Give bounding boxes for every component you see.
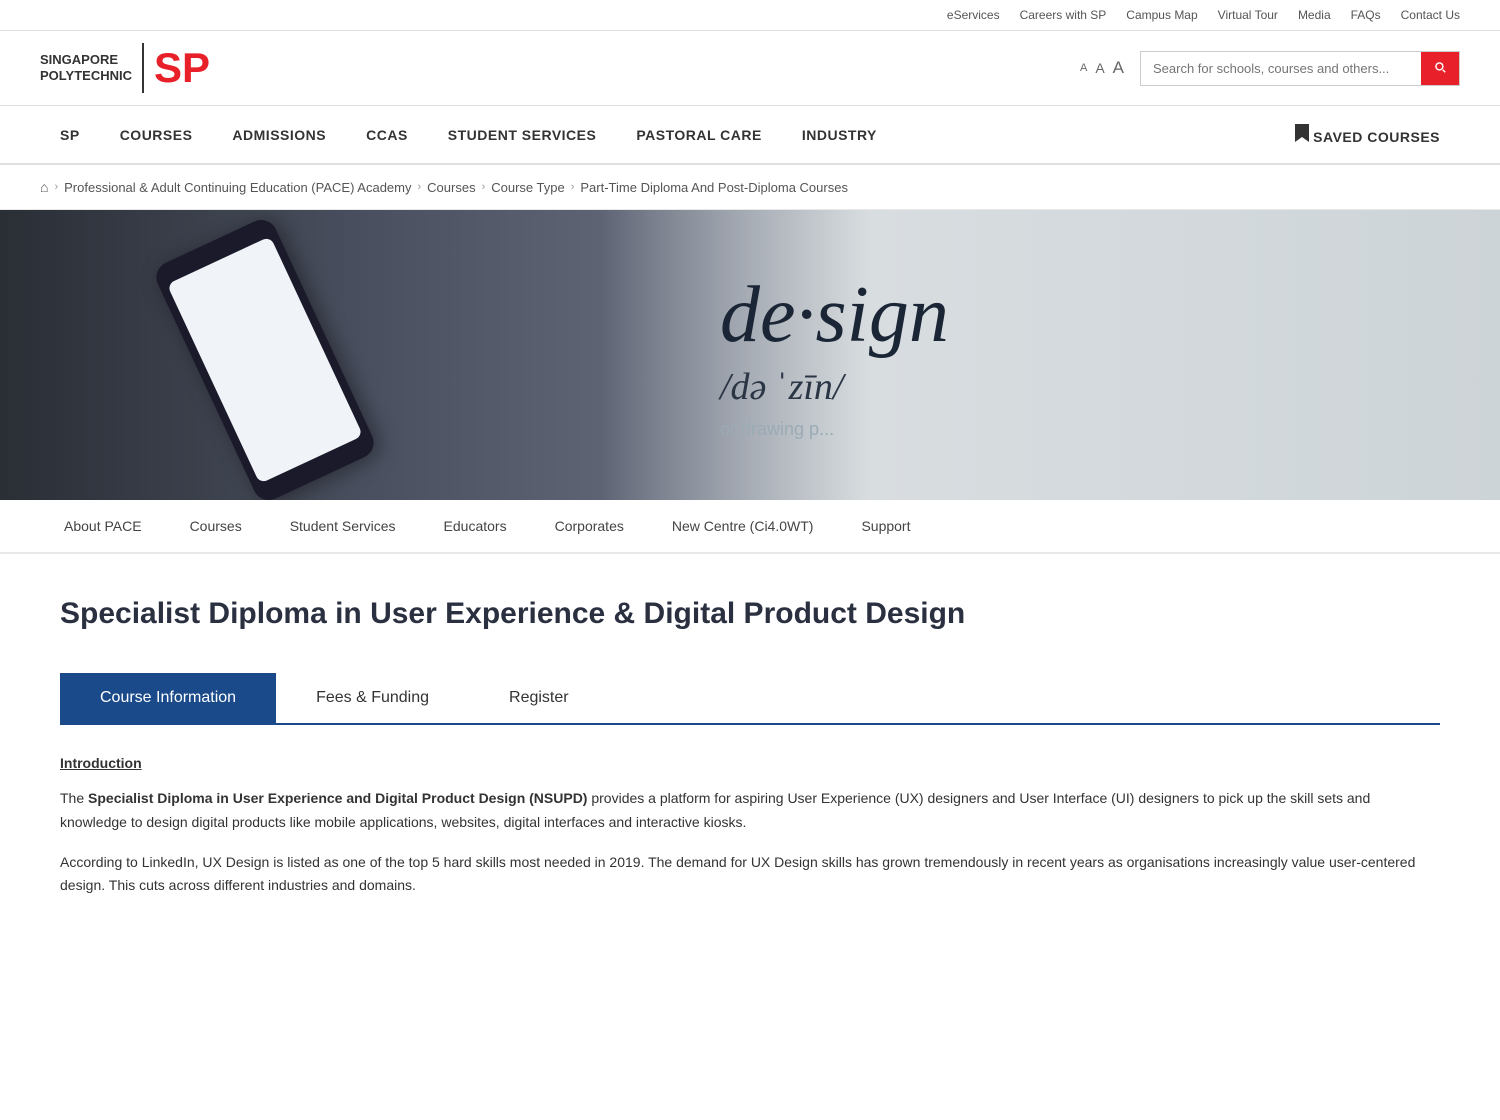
nav-saved-courses[interactable]: SAVED COURSES — [1275, 106, 1460, 163]
pace-nav-educators[interactable]: Educators — [420, 500, 531, 552]
breadcrumb-current: Part-Time Diploma And Post-Diploma Cours… — [580, 180, 848, 195]
phone-shape — [151, 215, 379, 500]
careers-link[interactable]: Careers with SP — [1020, 8, 1107, 22]
font-size-medium[interactable]: A — [1095, 60, 1104, 76]
pace-nav-support[interactable]: Support — [837, 500, 934, 552]
logo-divider — [142, 43, 144, 93]
intro-heading: Introduction — [60, 755, 1440, 771]
breadcrumb-course-type[interactable]: Course Type — [491, 180, 564, 195]
intro-paragraph-2: According to LinkedIn, UX Design is list… — [60, 851, 1440, 899]
font-size-small[interactable]: A — [1080, 62, 1087, 74]
search-button[interactable] — [1421, 52, 1459, 85]
hero-design-phonetic: /də ˈzīn/ — [720, 365, 1500, 409]
virtual-tour-link[interactable]: Virtual Tour — [1218, 8, 1278, 22]
tab-fees-funding[interactable]: Fees & Funding — [276, 673, 469, 723]
font-size-large[interactable]: A — [1113, 58, 1124, 78]
nav-ccas[interactable]: CCAS — [346, 109, 428, 161]
breadcrumb-sep-1: › — [417, 181, 421, 193]
contact-link[interactable]: Contact Us — [1401, 8, 1460, 22]
tab-course-information[interactable]: Course Information — [60, 673, 276, 723]
eservices-link[interactable]: eServices — [947, 8, 1000, 22]
header: SINGAPORE POLYTECHNIC SP A A A — [0, 31, 1500, 106]
top-utility-bar: eServices Careers with SP Campus Map Vir… — [0, 0, 1500, 31]
breadcrumb-courses[interactable]: Courses — [427, 180, 475, 195]
main-nav: SP COURSES ADMISSIONS CCAS STUDENT SERVI… — [0, 106, 1500, 165]
search-box — [1140, 51, 1460, 86]
nav-admissions[interactable]: ADMISSIONS — [212, 109, 346, 161]
logo-text: SINGAPORE POLYTECHNIC — [40, 52, 132, 83]
nav-industry[interactable]: INDUSTRY — [782, 109, 897, 161]
pace-nav-corporates[interactable]: Corporates — [531, 500, 648, 552]
breadcrumb-sep-0: › — [54, 181, 58, 193]
course-title-section: Specialist Diploma in User Experience & … — [0, 554, 1500, 653]
campus-map-link[interactable]: Campus Map — [1126, 8, 1197, 22]
intro-paragraph-1: The Specialist Diploma in User Experienc… — [60, 787, 1440, 835]
breadcrumb: ⌂ › Professional & Adult Continuing Educ… — [0, 165, 1500, 210]
pace-nav-courses[interactable]: Courses — [166, 500, 266, 552]
nav-sp[interactable]: SP — [40, 109, 100, 161]
tab-register[interactable]: Register — [469, 673, 609, 723]
course-title: Specialist Diploma in User Experience & … — [60, 594, 1440, 633]
header-right: A A A — [1080, 51, 1460, 86]
faqs-link[interactable]: FAQs — [1351, 8, 1381, 22]
pace-nav-new-centre[interactable]: New Centre (Ci4.0WT) — [648, 500, 838, 552]
hero-content: de·sign /də ˈzīn/ or drawing p... — [0, 210, 1500, 500]
search-input[interactable] — [1141, 53, 1421, 84]
hero-design-word: de·sign — [720, 270, 1500, 361]
bookmark-icon — [1295, 124, 1309, 142]
pace-nav-student-services[interactable]: Student Services — [266, 500, 420, 552]
hero-subtitle: or drawing p... — [720, 419, 1500, 440]
pace-nav-about[interactable]: About PACE — [40, 500, 166, 552]
breadcrumb-pace[interactable]: Professional & Adult Continuing Educatio… — [64, 180, 411, 195]
breadcrumb-sep-3: › — [571, 181, 575, 193]
pace-sub-nav: About PACE Courses Student Services Educ… — [0, 500, 1500, 554]
logo-sp-red: SP — [154, 44, 210, 92]
phone-screen — [167, 236, 363, 484]
course-tabs: Course Information Fees & Funding Regist… — [60, 673, 1440, 725]
breadcrumb-sep-2: › — [482, 181, 486, 193]
course-content: Introduction The Specialist Diploma in U… — [0, 725, 1500, 944]
font-size-controls: A A A — [1080, 58, 1124, 78]
hero-banner: de·sign /də ˈzīn/ or drawing p... — [0, 210, 1500, 500]
search-icon — [1433, 60, 1447, 74]
nav-pastoral-care[interactable]: PASTORAL CARE — [616, 109, 782, 161]
media-link[interactable]: Media — [1298, 8, 1331, 22]
nav-student-services[interactable]: STUDENT SERVICES — [428, 109, 617, 161]
nav-courses[interactable]: COURSES — [100, 109, 213, 161]
home-icon[interactable]: ⌂ — [40, 179, 48, 195]
logo[interactable]: SINGAPORE POLYTECHNIC SP — [40, 43, 210, 93]
